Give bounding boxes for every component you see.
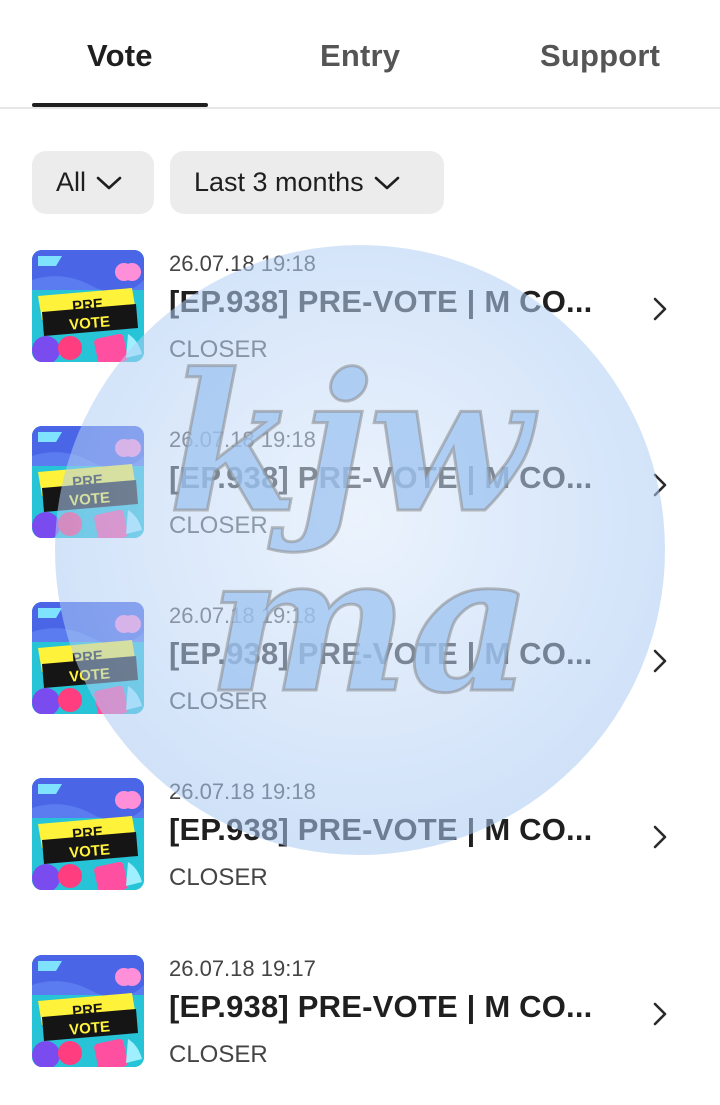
vote-datetime: 26.07.18 19:18	[169, 427, 316, 453]
pre-vote-thumbnail: PRE VOTE	[32, 602, 144, 714]
vote-title: [EP.938] PRE-VOTE | M CO...	[169, 636, 593, 671]
type-filter-dropdown[interactable]: All	[32, 151, 154, 214]
pre-vote-thumbnail: PRE VOTE	[32, 250, 144, 362]
thumb-line2: VOTE	[69, 841, 111, 861]
vote-time: 19:18	[260, 251, 316, 276]
thumb-line2: VOTE	[69, 313, 111, 333]
thumb-line2: VOTE	[69, 489, 111, 509]
vote-date: 26.07.18	[169, 603, 255, 628]
vote-time: 19:18	[260, 779, 316, 804]
chevron-right-icon	[653, 473, 667, 497]
chevron-right-icon	[653, 825, 667, 849]
vote-date: 26.07.18	[169, 779, 255, 804]
chevron-down-icon	[374, 176, 399, 189]
vote-datetime: 26.07.18 19:18	[169, 779, 316, 805]
vote-title: [EP.938] PRE-VOTE | M CO...	[169, 812, 593, 847]
tab-bar: Vote Entry Support	[0, 0, 720, 109]
vote-title: [EP.938] PRE-VOTE | M CO...	[169, 284, 593, 319]
vote-date: 26.07.18	[169, 427, 255, 452]
chevron-right-icon	[653, 1002, 667, 1026]
tab-entry[interactable]: Entry	[320, 38, 400, 74]
vote-time: 19:17	[260, 956, 316, 981]
chevron-right-icon	[653, 297, 667, 321]
list-item[interactable]: PRE VOTE 26.07.18 19:18 [EP.938] PRE-VOT…	[0, 426, 720, 546]
list-item[interactable]: PRE VOTE 26.07.18 19:18 [EP.938] PRE-VOT…	[0, 778, 720, 898]
tab-support[interactable]: Support	[540, 38, 660, 74]
pre-vote-thumbnail: PRE VOTE	[32, 778, 144, 890]
period-filter-dropdown[interactable]: Last 3 months	[170, 151, 444, 214]
vote-title: [EP.938] PRE-VOTE | M CO...	[169, 460, 593, 495]
vote-time: 19:18	[260, 603, 316, 628]
thumb-line1: PRE	[72, 824, 104, 844]
artist-name: CLOSER	[169, 864, 268, 891]
thumb-line2: VOTE	[69, 1018, 111, 1038]
vote-title: [EP.938] PRE-VOTE | M CO...	[169, 989, 593, 1024]
tab-vote[interactable]: Vote	[87, 38, 153, 74]
vote-date: 26.07.18	[169, 956, 255, 981]
thumb-line1: PRE	[72, 296, 104, 316]
type-filter-label: All	[56, 167, 87, 197]
thumb-line1: PRE	[72, 1001, 104, 1021]
artist-name: CLOSER	[169, 1041, 268, 1068]
vote-datetime: 26.07.18 19:18	[169, 603, 316, 629]
thumb-line1: PRE	[72, 472, 104, 492]
pre-vote-thumbnail: PRE VOTE	[32, 426, 144, 538]
chevron-right-icon	[653, 649, 667, 673]
chevron-down-icon	[96, 176, 122, 189]
artist-name: CLOSER	[169, 512, 268, 539]
vote-datetime: 26.07.18 19:18	[169, 251, 316, 277]
pre-vote-thumbnail: PRE VOTE	[32, 955, 144, 1067]
vote-datetime: 26.07.18 19:17	[169, 956, 316, 982]
list-item[interactable]: PRE VOTE 26.07.18 19:17 [EP.938] PRE-VOT…	[0, 955, 720, 1075]
thumb-line1: PRE	[72, 648, 104, 668]
artist-name: CLOSER	[169, 336, 268, 363]
thumb-line2: VOTE	[69, 665, 111, 685]
list-item[interactable]: PRE VOTE 26.07.18 19:18 [EP.938] PRE-VOT…	[0, 602, 720, 722]
vote-date: 26.07.18	[169, 251, 255, 276]
period-filter-label: Last 3 months	[194, 167, 364, 197]
vote-time: 19:18	[260, 427, 316, 452]
active-tab-indicator	[32, 103, 208, 107]
artist-name: CLOSER	[169, 688, 268, 715]
list-item[interactable]: PRE VOTE 26.07.18 19:18 [EP.938] PRE-VOT…	[0, 250, 720, 370]
